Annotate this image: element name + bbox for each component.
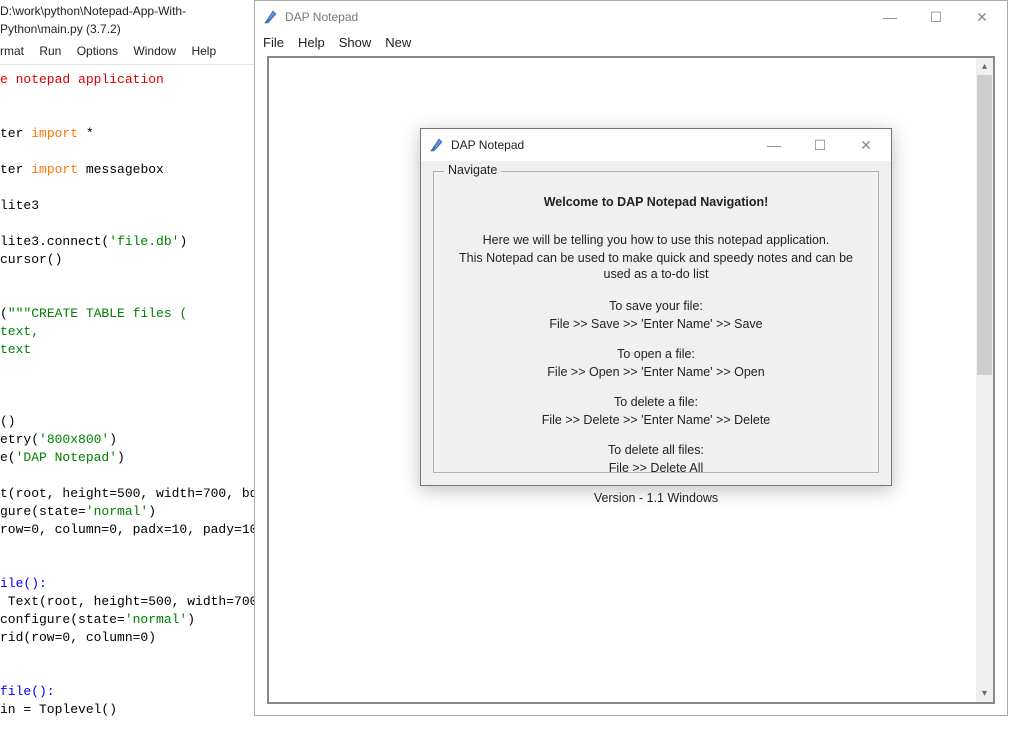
- save-path: File >> Save >> 'Enter Name' >> Save: [444, 316, 868, 332]
- version-label: Version - 1.1 Windows: [444, 490, 868, 506]
- code-line: ile():: [0, 575, 260, 593]
- idle-editor: D:\work\python\Notepad-App-With-Python\m…: [0, 0, 260, 730]
- menu-help[interactable]: Help: [298, 35, 325, 50]
- code-line: e notepad application: [0, 71, 260, 89]
- idle-menu-help[interactable]: Help: [191, 44, 216, 58]
- code-line: [0, 665, 260, 683]
- dialog-body: Navigate Welcome to DAP Notepad Navigati…: [421, 161, 891, 485]
- code-line: [0, 539, 260, 557]
- code-line: [0, 269, 260, 287]
- scroll-down-icon[interactable]: ▾: [976, 685, 993, 702]
- feather-icon: [429, 137, 445, 153]
- code-line: [0, 467, 260, 485]
- minimize-button[interactable]: —: [751, 130, 797, 160]
- code-line: [0, 107, 260, 125]
- frame-legend: Navigate: [444, 163, 501, 177]
- welcome-heading: Welcome to DAP Notepad Navigation!: [444, 194, 868, 210]
- delete-path: File >> Delete >> 'Enter Name' >> Delete: [444, 412, 868, 428]
- minimize-button[interactable]: —: [867, 2, 913, 32]
- code-line: [0, 143, 260, 161]
- code-line: ter import messagebox: [0, 161, 260, 179]
- code-line: [0, 719, 260, 730]
- code-line: ("""CREATE TABLE files (: [0, 305, 260, 323]
- code-line: [0, 557, 260, 575]
- dialog-window-controls: — ☐ ✕: [751, 130, 889, 160]
- open-heading: To open a file:: [444, 346, 868, 362]
- delete-all-path: File >> Delete All: [444, 460, 868, 476]
- notepad-titlebar[interactable]: DAP Notepad — ☐ ✕: [255, 1, 1007, 33]
- delete-heading: To delete a file:: [444, 394, 868, 410]
- code-line: file():: [0, 683, 260, 701]
- menu-new[interactable]: New: [385, 35, 411, 50]
- idle-code-area[interactable]: e notepad application ter import * ter i…: [0, 65, 260, 730]
- idle-menu-run[interactable]: Run: [39, 44, 61, 58]
- idle-menu-options[interactable]: Options: [77, 44, 118, 58]
- code-line: [0, 647, 260, 665]
- idle-menu-window[interactable]: Window: [133, 44, 176, 58]
- maximize-button[interactable]: ☐: [797, 130, 843, 160]
- maximize-button[interactable]: ☐: [913, 2, 959, 32]
- code-line: etry('800x800'): [0, 431, 260, 449]
- intro-line-2: This Notepad can be used to make quick a…: [444, 250, 868, 282]
- code-line: row=0, column=0, padx=10, pady=10): [0, 521, 260, 539]
- save-heading: To save your file:: [444, 298, 868, 314]
- code-line: cursor(): [0, 251, 260, 269]
- code-line: [0, 89, 260, 107]
- dialog-titlebar[interactable]: DAP Notepad — ☐ ✕: [421, 129, 891, 161]
- code-line: configure(state='normal'): [0, 611, 260, 629]
- close-button[interactable]: ✕: [959, 2, 1005, 32]
- code-line: text,: [0, 323, 260, 341]
- code-line: [0, 179, 260, 197]
- code-line: in = Toplevel(): [0, 701, 260, 719]
- notepad-menubar: File Help Show New: [255, 33, 1007, 56]
- code-line: ter import *: [0, 125, 260, 143]
- idle-title: D:\work\python\Notepad-App-With-Python\m…: [0, 0, 260, 40]
- notepad-title: DAP Notepad: [285, 10, 867, 24]
- intro-line-1: Here we will be telling you how to use t…: [444, 232, 868, 248]
- navigate-dialog: DAP Notepad — ☐ ✕ Navigate Welcome to DA…: [420, 128, 892, 486]
- code-line: text: [0, 341, 260, 359]
- code-line: e('DAP Notepad'): [0, 449, 260, 467]
- code-line: [0, 215, 260, 233]
- feather-icon: [263, 9, 279, 25]
- code-line: [0, 395, 260, 413]
- code-line: rid(row=0, column=0): [0, 629, 260, 647]
- code-line: lite3.connect('file.db'): [0, 233, 260, 251]
- window-controls: — ☐ ✕: [867, 2, 1005, 32]
- scroll-thumb[interactable]: [977, 75, 992, 375]
- close-button[interactable]: ✕: [843, 130, 889, 160]
- idle-menu-format[interactable]: rmat: [0, 44, 24, 58]
- navigate-frame: Navigate Welcome to DAP Notepad Navigati…: [433, 171, 879, 473]
- menu-file[interactable]: File: [263, 35, 284, 50]
- dialog-title: DAP Notepad: [451, 138, 751, 152]
- code-line: lite3: [0, 197, 260, 215]
- delete-all-heading: To delete all files:: [444, 442, 868, 458]
- open-path: File >> Open >> 'Enter Name' >> Open: [444, 364, 868, 380]
- code-line: [0, 359, 260, 377]
- code-line: (): [0, 413, 260, 431]
- vertical-scrollbar[interactable]: ▴ ▾: [976, 58, 993, 702]
- menu-show[interactable]: Show: [339, 35, 372, 50]
- code-line: [0, 377, 260, 395]
- code-line: Text(root, height=500, width=700,: [0, 593, 260, 611]
- scroll-up-icon[interactable]: ▴: [976, 58, 993, 75]
- code-line: [0, 287, 260, 305]
- idle-menubar[interactable]: rmat Run Options Window Help: [0, 40, 260, 65]
- code-line: gure(state='normal'): [0, 503, 260, 521]
- code-line: t(root, height=500, width=700, bd=5: [0, 485, 260, 503]
